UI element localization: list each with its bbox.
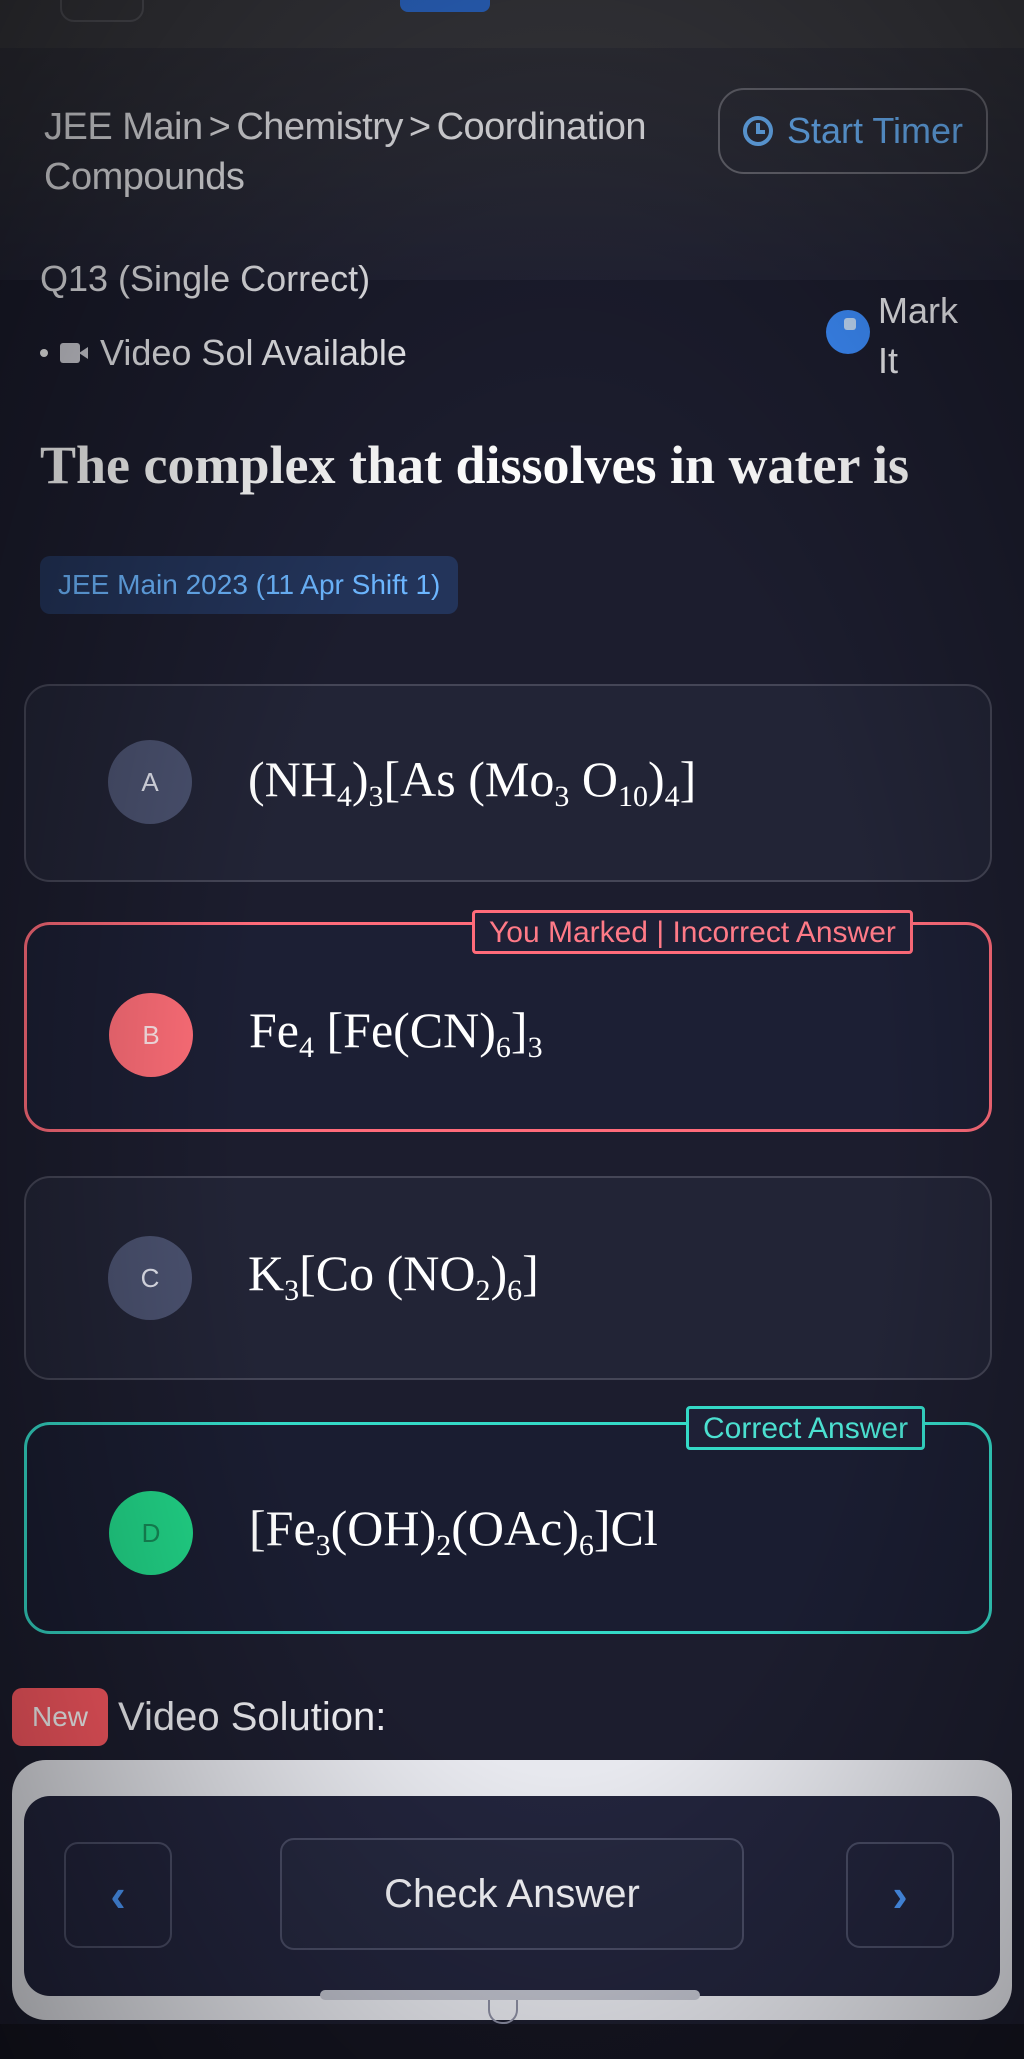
next-question-button[interactable]: › [846,1842,954,1948]
question-label: Q13 (Single Correct) [40,258,371,299]
breadcrumb-subject[interactable]: Chemistry [236,106,403,148]
option-letter-badge: A [108,740,192,824]
video-availability: Video Sol Available [40,332,407,374]
previous-question-button[interactable]: ‹ [64,1842,172,1948]
option-a-formula: (NH4)3[As (Mo3 O10)4] [248,751,697,813]
top-tab [60,0,144,22]
mark-it-label[interactable]: Mark It [878,286,968,386]
chevron-left-icon: ‹ [110,1869,126,1921]
correct-answer-tag: Correct Answer [686,1406,926,1450]
breadcrumb-separator: > [408,106,431,148]
option-c-formula: K3[Co (NO2)6] [248,1245,539,1307]
top-indicator [400,0,490,12]
exam-source-tag: JEE Main 2023 (11 Apr Shift 1) [40,556,459,614]
question-text: The complex that dissolves in water is [40,435,910,495]
option-a[interactable]: A (NH4)3[As (Mo3 O10)4] [24,684,992,882]
breadcrumb-exam[interactable]: JEE Main [44,106,203,148]
option-c[interactable]: C K3[Co (NO2)6] [24,1176,992,1380]
incorrect-answer-tag: You Marked | Incorrect Answer [472,910,913,954]
clock-icon [742,116,773,146]
option-d[interactable]: D [Fe3(OH)2(OAc)6]Cl [24,1422,992,1634]
bullet-dot [40,349,48,357]
expand-chevron-icon[interactable] [488,2000,518,2024]
video-camera-icon [60,343,88,363]
home-indicator [320,1990,700,2000]
status-bar-edge [0,0,1024,48]
breadcrumb: JEE Main > Chemistry > Coordination Compound… [44,102,684,202]
bottom-edge [0,2024,1024,2059]
video-solution-label: Video Solution: [118,1695,387,1739]
option-letter-badge: B [109,993,193,1077]
option-d-formula: [Fe3(OH)2(OAc)6]Cl [249,1500,658,1562]
breadcrumb-separator: > [208,106,231,148]
option-letter-badge: D [109,1491,193,1575]
option-b-formula: Fe4 [Fe(CN)6]3 [249,1002,543,1064]
chevron-right-icon: › [892,1869,908,1921]
start-timer-button[interactable]: Start Timer [718,88,988,174]
check-answer-button[interactable]: Check Answer [280,1838,744,1950]
start-timer-label: Start Timer [786,110,964,151]
video-note: Video Sol Available [100,332,407,373]
new-badge: New [12,1688,108,1746]
mark-it-toggle[interactable] [826,310,870,354]
option-letter-badge: C [108,1236,192,1320]
